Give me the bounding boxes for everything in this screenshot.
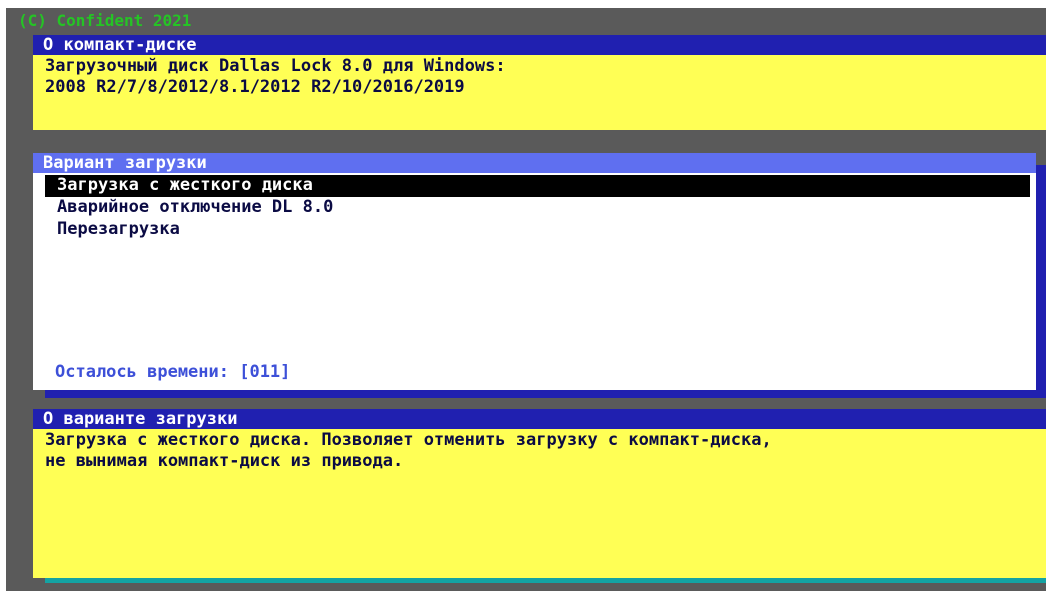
about-cd-title: О компакт-диске xyxy=(33,35,1046,55)
about-cd-line: Загрузочный диск Dallas Lock 8.0 для Win… xyxy=(45,56,506,76)
boot-menu-shadow xyxy=(45,390,1046,398)
boot-menu-panel: Вариант загрузки Загрузка с жесткого дис… xyxy=(33,153,1036,390)
copyright-text: (C) Confident 2021 xyxy=(18,11,192,30)
about-cd-body: Загрузочный диск Dallas Lock 8.0 для Win… xyxy=(33,55,1046,130)
about-cd-line: 2008 R2/7/8/2012/8.1/2012 R2/10/2016/201… xyxy=(45,77,465,97)
boot-menu-list: Загрузка с жесткого диска Аварийное откл… xyxy=(33,173,1036,390)
about-boot-title: О варианте загрузки xyxy=(33,409,1046,429)
boot-screen: (C) Confident 2021 О компакт-диске Загру… xyxy=(6,8,1046,591)
about-boot-panel: О варианте загрузки Загрузка с жесткого … xyxy=(33,409,1046,578)
about-boot-line: Загрузка с жесткого диска. Позволяет отм… xyxy=(45,430,772,450)
boot-menu-shadow xyxy=(1036,165,1046,398)
menu-item-emergency-disable-dl[interactable]: Аварийное отключение DL 8.0 xyxy=(45,197,1030,219)
countdown-timer: Осталось времени: [011] xyxy=(55,362,291,382)
menu-item-reboot[interactable]: Перезагрузка xyxy=(45,219,1030,241)
about-boot-body: Загрузка с жесткого диска. Позволяет отм… xyxy=(33,429,1046,578)
boot-menu-title: Вариант загрузки xyxy=(33,153,1036,173)
menu-item-boot-from-hard-disk[interactable]: Загрузка с жесткого диска xyxy=(45,175,1030,197)
about-cd-panel: О компакт-диске Загрузочный диск Dallas … xyxy=(33,35,1046,130)
about-boot-line: не вынимая компакт-диск из привода. xyxy=(45,451,404,471)
